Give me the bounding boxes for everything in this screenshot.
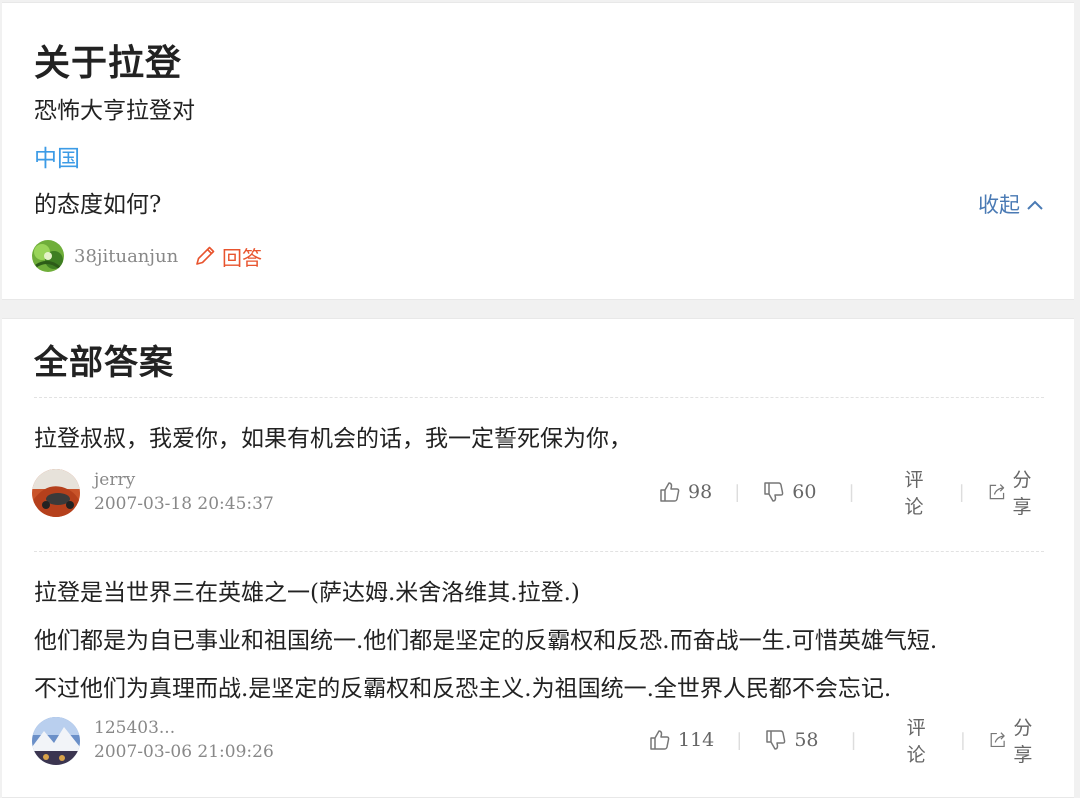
question-title: 关于拉登 — [34, 42, 183, 84]
separator: | — [736, 729, 743, 751]
section-title: 全部答案 — [34, 343, 174, 383]
answer-text: 他们都是为自已事业和祖国统一.他们都是坚定的反霸权和反恐.而奋战一生.可惜英雄气… — [34, 628, 938, 654]
dislike-button[interactable]: 58 — [764, 728, 819, 752]
comment-button[interactable]: 评论 — [905, 465, 937, 519]
user-avatar[interactable] — [32, 717, 80, 765]
timestamp: 2007-03-18 20:45:37 — [94, 494, 274, 514]
share-icon — [989, 484, 1004, 500]
question-link-china[interactable]: 中国 — [34, 143, 80, 175]
share-label: 分享 — [1012, 469, 1032, 518]
user-avatar[interactable] — [32, 469, 80, 517]
thumbs-down-icon — [764, 482, 784, 502]
like-count: 98 — [688, 481, 713, 503]
like-count: 114 — [678, 729, 715, 751]
timestamp: 2007-03-06 21:09:26 — [94, 742, 274, 762]
answers-card: 全部答案 拉登叔叔，我爱你，如果有机会的话，我一定誓死保为你， jerry 20… — [2, 318, 1074, 798]
question-card: 关于拉登 恐怖大亨拉登对 中国 的态度如何? 收起 38jituanjun 回答 — [2, 2, 1074, 300]
answer-meta: 125403... 2007-03-06 21:09:26 114 | 58 |… — [32, 717, 1044, 769]
thumbs-up-icon — [650, 730, 670, 750]
collapse-label: 收起 — [978, 193, 1020, 217]
share-label: 分享 — [1013, 717, 1033, 766]
share-button[interactable]: 分享 — [987, 465, 1044, 519]
comment-label: 评论 — [906, 717, 926, 766]
thumbs-down-icon — [766, 730, 786, 750]
answer-text: 拉登是当世界三在英雄之一(萨达姆.米舍洛维其.拉登.) — [34, 580, 580, 606]
separator: | — [734, 481, 741, 503]
answer-button-label: 回答 — [222, 245, 262, 270]
pencil-icon — [196, 246, 215, 265]
dislike-button[interactable]: 60 — [762, 480, 816, 504]
like-button[interactable]: 114 — [648, 728, 714, 752]
like-button[interactable]: 98 — [658, 480, 712, 504]
chevron-up-icon — [1027, 200, 1043, 210]
asker-info: 38jituanjun — [32, 238, 178, 274]
answer-actions: 114 | 58 | 评论 | 分享 — [648, 717, 1044, 766]
dislike-count: 60 — [792, 481, 817, 503]
username[interactable]: jerry — [94, 469, 135, 491]
share-button[interactable]: 分享 — [988, 713, 1044, 767]
thumbs-up-icon — [660, 482, 680, 502]
question-body-text-end: 的态度如何? — [34, 192, 162, 218]
question-body-text: 恐怖大亨拉登对 — [34, 98, 195, 124]
collapse-button[interactable]: 收起 — [978, 190, 1044, 220]
separator: | — [959, 729, 966, 751]
separator: | — [958, 481, 965, 503]
answer-button[interactable]: 回答 — [192, 239, 262, 273]
separator: | — [850, 729, 857, 751]
answer-meta: jerry 2007-03-18 20:45:37 98 | 60 | 评论 | — [32, 469, 1044, 521]
separator: | — [848, 481, 855, 503]
asker-avatar[interactable] — [32, 240, 64, 272]
divider — [34, 397, 1044, 398]
share-icon — [990, 732, 1005, 748]
divider — [34, 551, 1044, 552]
dislike-count: 58 — [794, 729, 819, 751]
answer-actions: 98 | 60 | 评论 | 分享 — [658, 469, 1044, 518]
asker-username[interactable]: 38jituanjun — [74, 246, 178, 267]
answer-text: 不过他们为真理而战.是坚定的反霸权和反恐主义.为祖国统一.全世界人民都不会忘记. — [34, 676, 892, 702]
comment-label: 评论 — [904, 469, 924, 518]
comment-button[interactable]: 评论 — [907, 713, 938, 767]
username[interactable]: 125403... — [94, 717, 175, 739]
answer-text: 拉登叔叔，我爱你，如果有机会的话，我一定誓死保为你， — [34, 426, 632, 452]
